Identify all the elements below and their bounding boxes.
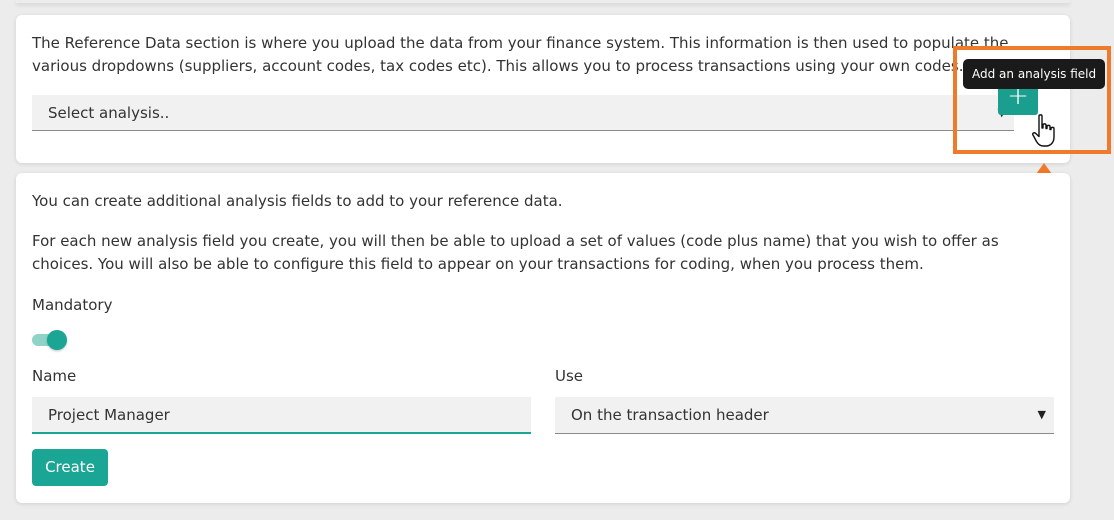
use-dropdown[interactable]: On the transaction header ▼ xyxy=(555,397,1054,434)
use-label: Use xyxy=(555,367,584,385)
mandatory-label: Mandatory xyxy=(32,296,113,314)
select-analysis-value: Select analysis.. xyxy=(48,104,170,122)
analysis-intro: You can create additional analysis field… xyxy=(32,192,563,210)
use-dropdown-value: On the transaction header xyxy=(571,406,769,424)
name-input[interactable]: Project Manager xyxy=(32,397,531,434)
name-label: Name xyxy=(32,367,77,385)
toggle-knob xyxy=(47,330,67,350)
select-analysis-dropdown[interactable]: Select analysis.. ▼ xyxy=(32,95,1014,131)
new-analysis-field-card: You can create additional analysis field… xyxy=(16,173,1070,503)
previous-card-edge xyxy=(16,0,1070,3)
name-input-value: Project Manager xyxy=(48,406,170,424)
reference-description: The Reference Data section is where you … xyxy=(32,34,1009,75)
caret-down-icon: ▼ xyxy=(1037,408,1046,421)
annotation-highlight-box xyxy=(953,46,1111,154)
analysis-details: For each new analysis field you create, … xyxy=(32,232,999,273)
reference-data-card: The Reference Data section is where you … xyxy=(16,15,1070,163)
create-button[interactable]: Create xyxy=(32,449,108,486)
mandatory-toggle[interactable] xyxy=(32,330,68,350)
